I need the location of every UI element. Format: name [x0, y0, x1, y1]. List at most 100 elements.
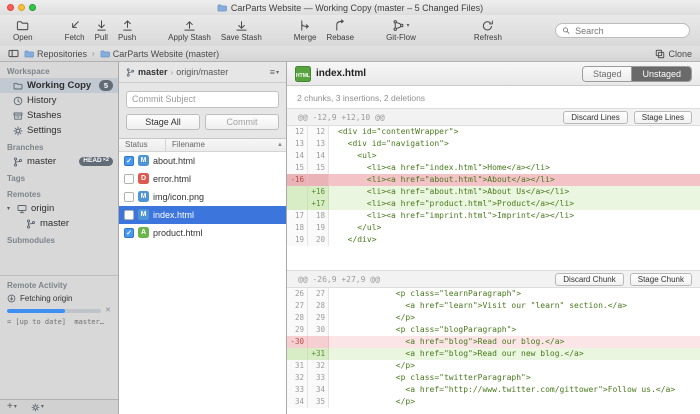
refresh-button[interactable]: Refresh — [469, 16, 507, 45]
rebase-button[interactable]: Rebase — [321, 16, 359, 45]
diff-line[interactable]: 19 20 </div> — [287, 234, 700, 246]
stage-checkbox[interactable] — [124, 192, 134, 202]
old-line-number: 32 — [287, 372, 308, 384]
discard-chunk-button[interactable]: Discard Chunk — [555, 273, 623, 286]
sidebar-item-stashes[interactable]: Stashes — [0, 108, 118, 123]
head-badge: HEAD×2 — [79, 157, 113, 167]
fetch-button[interactable]: Fetch — [60, 16, 90, 45]
remote-activity-section-label: Remote Activity — [0, 276, 118, 292]
stage-lines-button[interactable]: Stage Lines — [634, 111, 692, 124]
file-name: about.html — [153, 156, 195, 166]
code-text: <a href="learn">Visit our "learn" sectio… — [329, 300, 700, 312]
save-stash-label: Save Stash — [221, 33, 262, 42]
diff-line[interactable]: 34 35 </p> — [287, 396, 700, 408]
sidebar-settings-button[interactable]: ▾ — [31, 403, 44, 412]
diff-line[interactable]: 14 14 <ul> — [287, 150, 700, 162]
file-row[interactable]: M index.html — [119, 206, 286, 224]
file-row[interactable]: M img/icon.png — [119, 188, 286, 206]
chunk2-range: @@ -26,9 +27,9 @@ — [298, 275, 380, 284]
search-input[interactable] — [573, 25, 683, 37]
breadcrumb-separator: › — [92, 49, 95, 58]
diff-line[interactable]: -16 <li><a href="about.html">About</a></… — [287, 174, 700, 186]
breadcrumb-repositories[interactable]: Repositories — [24, 49, 87, 59]
status-badge: M — [138, 191, 149, 202]
file-row[interactable]: M about.html — [119, 152, 286, 170]
diff-line[interactable]: +17 <li><a href="product.html">Product</… — [287, 198, 700, 210]
diff-line[interactable]: 28 29 </p> — [287, 312, 700, 324]
fetch-activity-label: Fetching origin — [20, 294, 72, 303]
merge-button[interactable]: Merge — [289, 16, 322, 45]
refresh-label: Refresh — [474, 33, 502, 42]
old-line-number: 28 — [287, 312, 308, 324]
stage-checkbox[interactable] — [124, 210, 134, 220]
zoom-window-button[interactable] — [29, 4, 36, 11]
save-stash-button[interactable]: Save Stash — [216, 16, 267, 45]
commit-button[interactable]: Commit — [205, 114, 279, 130]
diff-line[interactable]: 12 12 <div id="contentWrapper"> — [287, 126, 700, 138]
diff-line[interactable]: 18 19 </ul> — [287, 222, 700, 234]
toggle-sidebar-icon[interactable] — [8, 49, 19, 58]
old-line-number: -30 — [287, 336, 308, 348]
file-row[interactable]: A product.html — [119, 224, 286, 242]
cancel-fetch-button[interactable]: ✕ — [105, 307, 111, 314]
branch-upstream-separator: › — [171, 68, 174, 77]
diff-line[interactable]: 31 32 </p> — [287, 360, 700, 372]
breadcrumb-current-repo[interactable]: CarParts Website (master) — [100, 49, 219, 59]
file-list: M about.html D error.html M img/icon.png — [119, 152, 286, 242]
unstaged-tab[interactable]: Unstaged — [631, 67, 691, 81]
diff-line[interactable]: 27 28 <a href="learn">Visit our "learn" … — [287, 300, 700, 312]
status-badge: D — [138, 173, 149, 184]
minimize-window-button[interactable] — [18, 4, 25, 11]
open-button[interactable]: Open — [8, 16, 38, 45]
sidebar-item-remote-master[interactable]: master — [0, 216, 118, 231]
diff-line[interactable]: 15 15 <li><a href="index.html">Home</a><… — [287, 162, 700, 174]
code-text: <p class="twitterParagraph"> — [329, 372, 700, 384]
main-toolbar: Open Fetch Pull Push Apply Stash Save St… — [0, 15, 700, 46]
diff-line[interactable]: +16 <li><a href="about.html">About Us</a… — [287, 186, 700, 198]
filename-column-header[interactable]: Filename ▲ — [166, 140, 286, 149]
diff-line[interactable]: 33 34 <a href="http://www.twitter.com/gi… — [287, 384, 700, 396]
sidebar-item-working-copy[interactable]: Working Copy 5 — [0, 78, 118, 93]
fetch-activity-icon — [7, 294, 16, 303]
view-options-button[interactable]: ≡▾ — [270, 67, 279, 77]
add-repository-button[interactable]: +▾ — [7, 402, 17, 412]
search-field[interactable] — [555, 23, 690, 38]
pull-label: Pull — [95, 33, 108, 42]
merge-icon — [299, 19, 312, 32]
diff-line[interactable]: +31 <a href="blog">Read our new blog.</a… — [287, 348, 700, 360]
status-column-header[interactable]: Status — [119, 139, 166, 151]
stage-checkbox[interactable] — [124, 174, 134, 184]
stage-chunk-button[interactable]: Stage Chunk — [630, 273, 692, 286]
diff-line[interactable]: 17 18 <li><a href="imprint.html">Imprint… — [287, 210, 700, 222]
diff-line[interactable]: 26 27 <p class="learnParagraph"> — [287, 288, 700, 300]
push-button[interactable]: Push — [113, 16, 141, 45]
code-text: <li><a href="product.html">Product</a></… — [329, 198, 700, 210]
apply-stash-button[interactable]: Apply Stash — [163, 16, 216, 45]
staged-tab[interactable]: Staged — [583, 67, 632, 81]
file-row[interactable]: D error.html — [119, 170, 286, 188]
discard-lines-button[interactable]: Discard Lines — [563, 111, 627, 124]
commit-subject-input[interactable] — [126, 91, 279, 108]
pull-button[interactable]: Pull — [90, 16, 113, 45]
refresh-icon — [481, 19, 494, 32]
sidebar-item-history[interactable]: History — [0, 93, 118, 108]
diff-line[interactable]: -30 <a href="blog">Read our blog.</a> — [287, 336, 700, 348]
stashes-icon — [13, 111, 23, 121]
code-text: <li><a href="about.html">About Us</a></l… — [329, 186, 700, 198]
stage-checkbox[interactable] — [124, 228, 134, 238]
clone-button[interactable]: Clone — [655, 49, 692, 59]
old-line-number: 13 — [287, 138, 308, 150]
stage-checkbox[interactable] — [124, 156, 134, 166]
close-window-button[interactable] — [7, 4, 14, 11]
sidebar-item-settings[interactable]: Settings — [0, 123, 118, 138]
gitflow-button[interactable]: ▾ Git-Flow — [381, 16, 421, 45]
diff-line[interactable]: 13 13 <div id="navigation"> — [287, 138, 700, 150]
diff-line[interactable]: 29 30 <p class="blogParagraph"> — [287, 324, 700, 336]
status-badge: M — [138, 209, 149, 220]
stage-all-button[interactable]: Stage All — [126, 114, 200, 130]
origin-disclosure-icon[interactable]: ▾ — [7, 205, 13, 212]
sidebar-item-remote-origin[interactable]: ▾ origin — [0, 201, 118, 216]
sidebar-item-branch-master[interactable]: master HEAD×2 — [0, 154, 118, 169]
filename-column-label: Filename — [172, 140, 205, 149]
diff-line[interactable]: 32 33 <p class="twitterParagraph"> — [287, 372, 700, 384]
